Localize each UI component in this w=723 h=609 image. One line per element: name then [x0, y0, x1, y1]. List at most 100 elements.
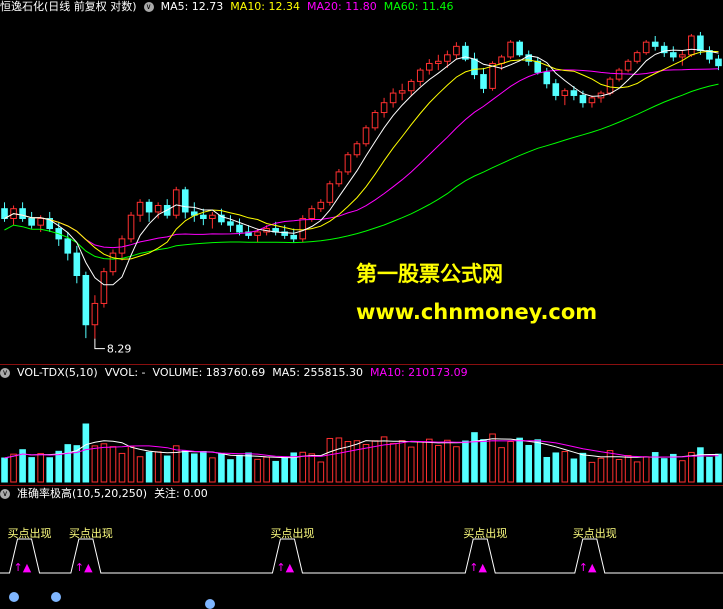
main-title[interactable]: 恒逸石化(日线 前复权 对数)	[0, 0, 137, 13]
volume-bar	[697, 447, 704, 483]
candle-body	[64, 238, 72, 254]
volume-bar	[245, 452, 252, 483]
volume-bar	[326, 437, 334, 483]
candle-body	[444, 54, 451, 62]
candle-body	[181, 189, 189, 213]
volume-bar	[624, 455, 632, 483]
pane-separator-2	[0, 485, 723, 486]
volume-bar	[272, 460, 279, 483]
ma20-readout: MA20: 11.80	[307, 0, 377, 13]
vol-ma10-readout: MA10: 210173.09	[369, 366, 468, 379]
volume-bar	[561, 451, 569, 483]
volume-bar	[660, 458, 668, 483]
buy-arrow-icon: ↑▲	[276, 561, 294, 574]
volume-bar	[127, 445, 135, 483]
candle-body	[543, 71, 551, 85]
candle-body	[227, 221, 234, 226]
volume-bar	[46, 457, 54, 483]
volume-pane[interactable]	[0, 380, 723, 485]
candle-body	[615, 69, 623, 80]
volume-bar	[543, 456, 551, 483]
main-pane-header: 恒逸石化(日线 前复权 对数) ∨ MA5: 12.73 MA10: 12.34 MA2…	[0, 0, 460, 14]
volume-bar	[534, 439, 542, 483]
candle-body	[145, 201, 153, 213]
buy-arrow-icon: ↑▲	[579, 561, 597, 574]
volume-bar	[615, 459, 623, 483]
volume-bar	[480, 439, 487, 483]
volume-bar	[91, 445, 99, 483]
candle-body	[425, 62, 433, 71]
volume-bar	[453, 446, 460, 483]
volume-bar	[172, 445, 180, 483]
watermark-line1: 第一股票公式网	[356, 262, 503, 286]
volume-bar	[597, 457, 605, 483]
volume-bar	[416, 441, 424, 483]
candle-body	[507, 41, 514, 58]
volume-bar	[136, 456, 144, 483]
candle-body	[398, 90, 406, 94]
volume-bar	[154, 451, 162, 483]
buy-arrow-icon: ↑▲	[14, 561, 32, 574]
buy-arrow-icon: ↑▲	[469, 561, 487, 574]
volume-bar	[507, 441, 514, 483]
candle-body	[624, 60, 632, 71]
settings-circle-icon[interactable]: ∨	[143, 2, 154, 12]
volume-bar	[706, 456, 713, 483]
volume-bar	[145, 451, 153, 483]
volume-readout: VOLUME: 183760.69	[152, 366, 266, 379]
volume-bar	[263, 456, 270, 483]
volume-bar	[254, 458, 261, 483]
candle-body	[561, 90, 569, 96]
vol-ma5-readout: MA5: 255815.30	[272, 366, 363, 379]
volume-bar	[679, 460, 686, 483]
candle-body	[688, 35, 695, 56]
candle-body	[127, 214, 135, 240]
volume-bar	[209, 457, 216, 483]
candle-body	[498, 56, 505, 64]
volume-bar	[407, 446, 415, 483]
volume-bar	[118, 452, 126, 483]
ma5-readout: MA5: 12.73	[160, 0, 224, 13]
candle-body	[669, 52, 677, 58]
buy-signal-label: 买点出现	[8, 526, 52, 540]
volume-bar	[516, 437, 523, 483]
indicator-settings-icon[interactable]: ∨	[0, 489, 10, 499]
indicator-pane[interactable]: 买点出现 ↑▲ 买点出现 ↑▲ 买点出现 ↑▲ 买点出现 ↑▲ 买点出现 ↑▲	[0, 501, 723, 609]
buy-signal-label: 买点出现	[463, 526, 507, 540]
candle-body	[380, 102, 388, 114]
volume-bar	[606, 450, 614, 483]
chart-window: { "main_header": { "title": "恒逸石化(日线 前复权…	[0, 0, 723, 609]
volume-bar	[191, 453, 198, 483]
volume-bar	[1, 457, 8, 483]
candle-body	[290, 234, 298, 240]
low-marker-line	[94, 338, 105, 350]
pane-separator-1	[0, 364, 723, 365]
volume-settings-icon[interactable]: ∨	[0, 368, 10, 378]
volume-bar	[353, 440, 361, 483]
blue-dot-icon	[51, 592, 61, 602]
vol-title[interactable]: VOL-TDX(5,10)	[17, 366, 98, 379]
vvol-readout: VVOL: -	[104, 366, 146, 379]
indicator-title[interactable]: 准确率极高(10,5,20,250)	[17, 487, 147, 500]
volume-bar	[570, 458, 578, 483]
volume-bar	[181, 450, 189, 483]
volume-bar	[335, 437, 343, 483]
candle-body	[136, 201, 144, 216]
candle-body	[633, 52, 641, 62]
buy-signal-label: 买点出现	[69, 526, 113, 540]
buy-arrow-icon: ↑▲	[75, 561, 93, 574]
volume-bar	[64, 444, 72, 483]
candle-body	[154, 204, 162, 213]
candle-body	[28, 217, 35, 226]
volume-bar	[380, 436, 388, 483]
volume-bar	[308, 453, 316, 483]
volume-bar	[669, 453, 677, 483]
candle-body	[715, 58, 722, 67]
volume-bar	[633, 461, 641, 483]
volume-bar	[425, 438, 433, 483]
candle-body	[37, 217, 44, 226]
focus-readout: 关注: 0.00	[154, 487, 208, 500]
candle-body	[236, 224, 243, 233]
volume-bar	[227, 459, 234, 483]
blue-dot-icon	[205, 599, 215, 609]
